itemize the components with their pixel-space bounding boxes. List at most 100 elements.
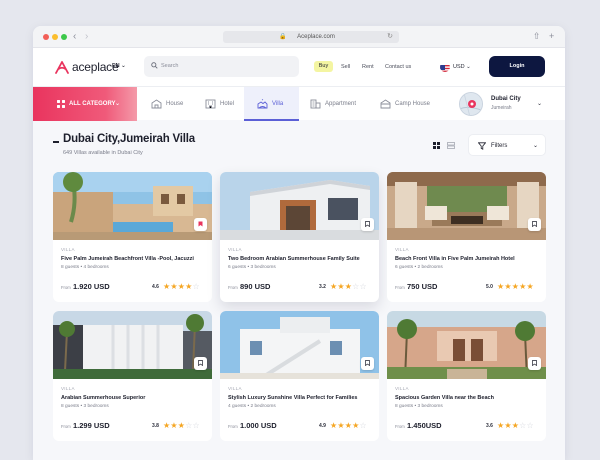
- site-header: aceplace EN ⌄ Search Buy Sell Rent Conta…: [33, 48, 565, 86]
- location-chevron-down-icon[interactable]: ⌄: [537, 87, 542, 121]
- star-filled-icon: ★: [352, 421, 360, 430]
- address-bar[interactable]: 🔒 Aceplace.com ↻: [223, 31, 399, 43]
- bookmark-button[interactable]: [194, 357, 207, 370]
- logo-icon: [55, 60, 69, 74]
- listing-price: 890 USD: [240, 282, 271, 291]
- listing-card[interactable]: VILLA Two Bedroom Arabian Summerhouse Fa…: [220, 172, 379, 302]
- forward-icon[interactable]: ›: [85, 31, 88, 42]
- star-rating: ★★★☆☆: [163, 421, 200, 430]
- bookmark-button[interactable]: [528, 357, 541, 370]
- location-map-avatar[interactable]: [459, 92, 483, 116]
- all-category-button[interactable]: ALL CATEGORY ⌄: [33, 87, 137, 121]
- star-filled-icon: ★: [337, 421, 345, 430]
- new-tab-icon[interactable]: +: [549, 31, 554, 41]
- tab-label: Hotel: [220, 101, 235, 107]
- search-icon: [151, 62, 158, 69]
- browser-toolbar: ‹ › 🔒 Aceplace.com ↻ ⇧ +: [33, 26, 565, 48]
- login-button[interactable]: Login: [489, 56, 545, 77]
- listing-type: VILLA: [61, 386, 75, 391]
- star-empty-icon: ☆: [359, 421, 367, 430]
- rating-value: 4.9: [319, 423, 326, 429]
- listing-type: VILLA: [395, 386, 409, 391]
- nav-link-sell[interactable]: Sell: [341, 48, 350, 86]
- listing-card[interactable]: VILLA Arabian Summerhouse Superior 8 gue…: [53, 311, 212, 441]
- listing-title: Arabian Summerhouse Superior: [61, 395, 146, 401]
- star-filled-icon: ★: [337, 282, 345, 291]
- star-filled-icon: ★: [519, 282, 527, 291]
- listing-price: 1.299 USD: [73, 421, 110, 430]
- bookmark-icon: [532, 221, 537, 227]
- map-pin-icon: [460, 93, 482, 115]
- listing-capacity: 8 guests • 4 bedrooms: [61, 265, 109, 270]
- apartment-icon: [310, 99, 321, 109]
- bookmark-button[interactable]: [194, 218, 207, 231]
- listing-title: Beach Front Villa in Five Palm Jumeirah …: [395, 256, 515, 262]
- listing-title: Stylish Luxury Sunshine Villa Perfect fo…: [228, 395, 358, 401]
- reload-icon[interactable]: ↻: [387, 31, 393, 43]
- maximize-window-dot[interactable]: [61, 34, 67, 40]
- bookmark-icon: [198, 360, 203, 366]
- hotel-icon: [205, 99, 216, 109]
- filters-label: Filters: [491, 143, 508, 149]
- camp-house-icon: [380, 99, 391, 109]
- lock-icon: 🔒: [279, 34, 287, 40]
- minimize-window-dot[interactable]: [52, 34, 58, 40]
- url-text: Aceplace.com: [297, 34, 335, 40]
- back-icon[interactable]: ‹: [73, 31, 76, 42]
- chevron-down-icon: ⌄: [115, 101, 121, 107]
- close-window-dot[interactable]: [43, 34, 49, 40]
- listing-price: 1.000 USD: [240, 421, 277, 430]
- bookmark-button[interactable]: [528, 218, 541, 231]
- tab-label: House: [166, 101, 184, 107]
- rating-value: 5.0: [486, 284, 493, 290]
- brand-logo[interactable]: aceplace: [55, 59, 119, 75]
- bookmark-icon: [365, 221, 370, 227]
- bookmark-button[interactable]: [361, 357, 374, 370]
- search-input[interactable]: Search: [144, 56, 299, 77]
- bookmark-button[interactable]: [361, 218, 374, 231]
- language-select[interactable]: EN ⌄: [112, 63, 126, 69]
- all-category-label: ALL CATEGORY: [69, 101, 116, 107]
- search-placeholder: Search: [161, 63, 179, 69]
- share-icon[interactable]: ⇧: [533, 31, 541, 42]
- listing-photo: [387, 311, 546, 379]
- listing-capacity: 6 guests • 3 bedrooms: [228, 265, 276, 270]
- star-rating: ★★★☆☆: [330, 282, 367, 291]
- nav-link-buy[interactable]: Buy: [314, 61, 333, 72]
- star-filled-icon: ★: [504, 421, 512, 430]
- currency-value: USD: [453, 64, 465, 70]
- filters-button[interactable]: Filters ⌄: [468, 134, 546, 156]
- rating-value: 3.6: [486, 423, 493, 429]
- listing-capacity: 6 guests • 2 bedrooms: [395, 265, 443, 270]
- bookmark-icon: [365, 360, 370, 366]
- list-view-icon[interactable]: [447, 142, 455, 149]
- listing-card[interactable]: VILLA Beach Front Villa in Five Palm Jum…: [387, 172, 546, 302]
- star-rating: ★★★★☆: [330, 421, 367, 430]
- currency-select[interactable]: USD ⌄: [453, 48, 471, 86]
- tab-house[interactable]: House: [151, 87, 201, 121]
- star-filled-icon: ★: [185, 282, 193, 291]
- nav-link-rent[interactable]: Rent: [362, 48, 374, 86]
- filter-icon: [478, 142, 486, 150]
- listing-capacity: 8 guests • 3 bedrooms: [395, 404, 443, 409]
- grid-view-icon[interactable]: [433, 142, 440, 149]
- rating-value: 3.2: [319, 284, 326, 290]
- tab-camp-house[interactable]: Camp House: [380, 87, 450, 121]
- listing-photo: [220, 172, 379, 240]
- listing-photo: [220, 311, 379, 379]
- star-empty-icon: ☆: [359, 282, 367, 291]
- listing-card[interactable]: VILLA Five Palm Jumeirah Beachfront Vill…: [53, 172, 212, 302]
- tab-label: Camp House: [395, 101, 431, 107]
- nav-link-contact[interactable]: Contact us: [385, 48, 411, 86]
- rating-value: 3.8: [152, 423, 159, 429]
- chevron-down-icon: ⌄: [533, 143, 539, 149]
- star-rating: ★★★☆☆: [497, 421, 534, 430]
- results-count: 649 Villas available in Dubai City: [63, 150, 143, 156]
- tab-villa[interactable]: Villa: [244, 87, 299, 121]
- villa-icon: [257, 99, 268, 109]
- price-from-label: From: [395, 424, 405, 429]
- tab-appartment[interactable]: Appartment: [310, 87, 376, 121]
- listing-card[interactable]: VILLA Spacious Garden Villa near the Bea…: [387, 311, 546, 441]
- star-filled-icon: ★: [170, 421, 178, 430]
- listing-card[interactable]: VILLA Stylish Luxury Sunshine Villa Perf…: [220, 311, 379, 441]
